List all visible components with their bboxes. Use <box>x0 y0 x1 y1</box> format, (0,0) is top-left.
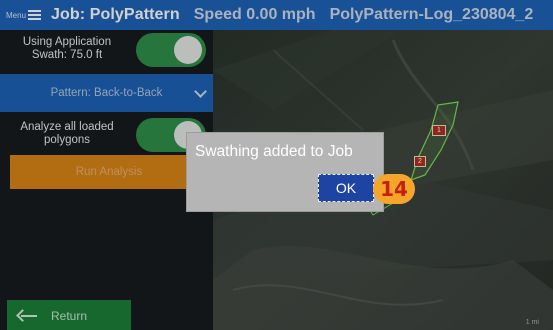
ok-label: OK <box>335 180 357 196</box>
swathing-added-dialog: Swathing added to Job OK <box>186 132 384 212</box>
dialog-message: Swathing added to Job <box>195 143 353 160</box>
step-number-badge: 14 <box>373 174 415 204</box>
step-number: 14 <box>380 177 408 201</box>
ok-button[interactable]: OK <box>318 174 374 202</box>
